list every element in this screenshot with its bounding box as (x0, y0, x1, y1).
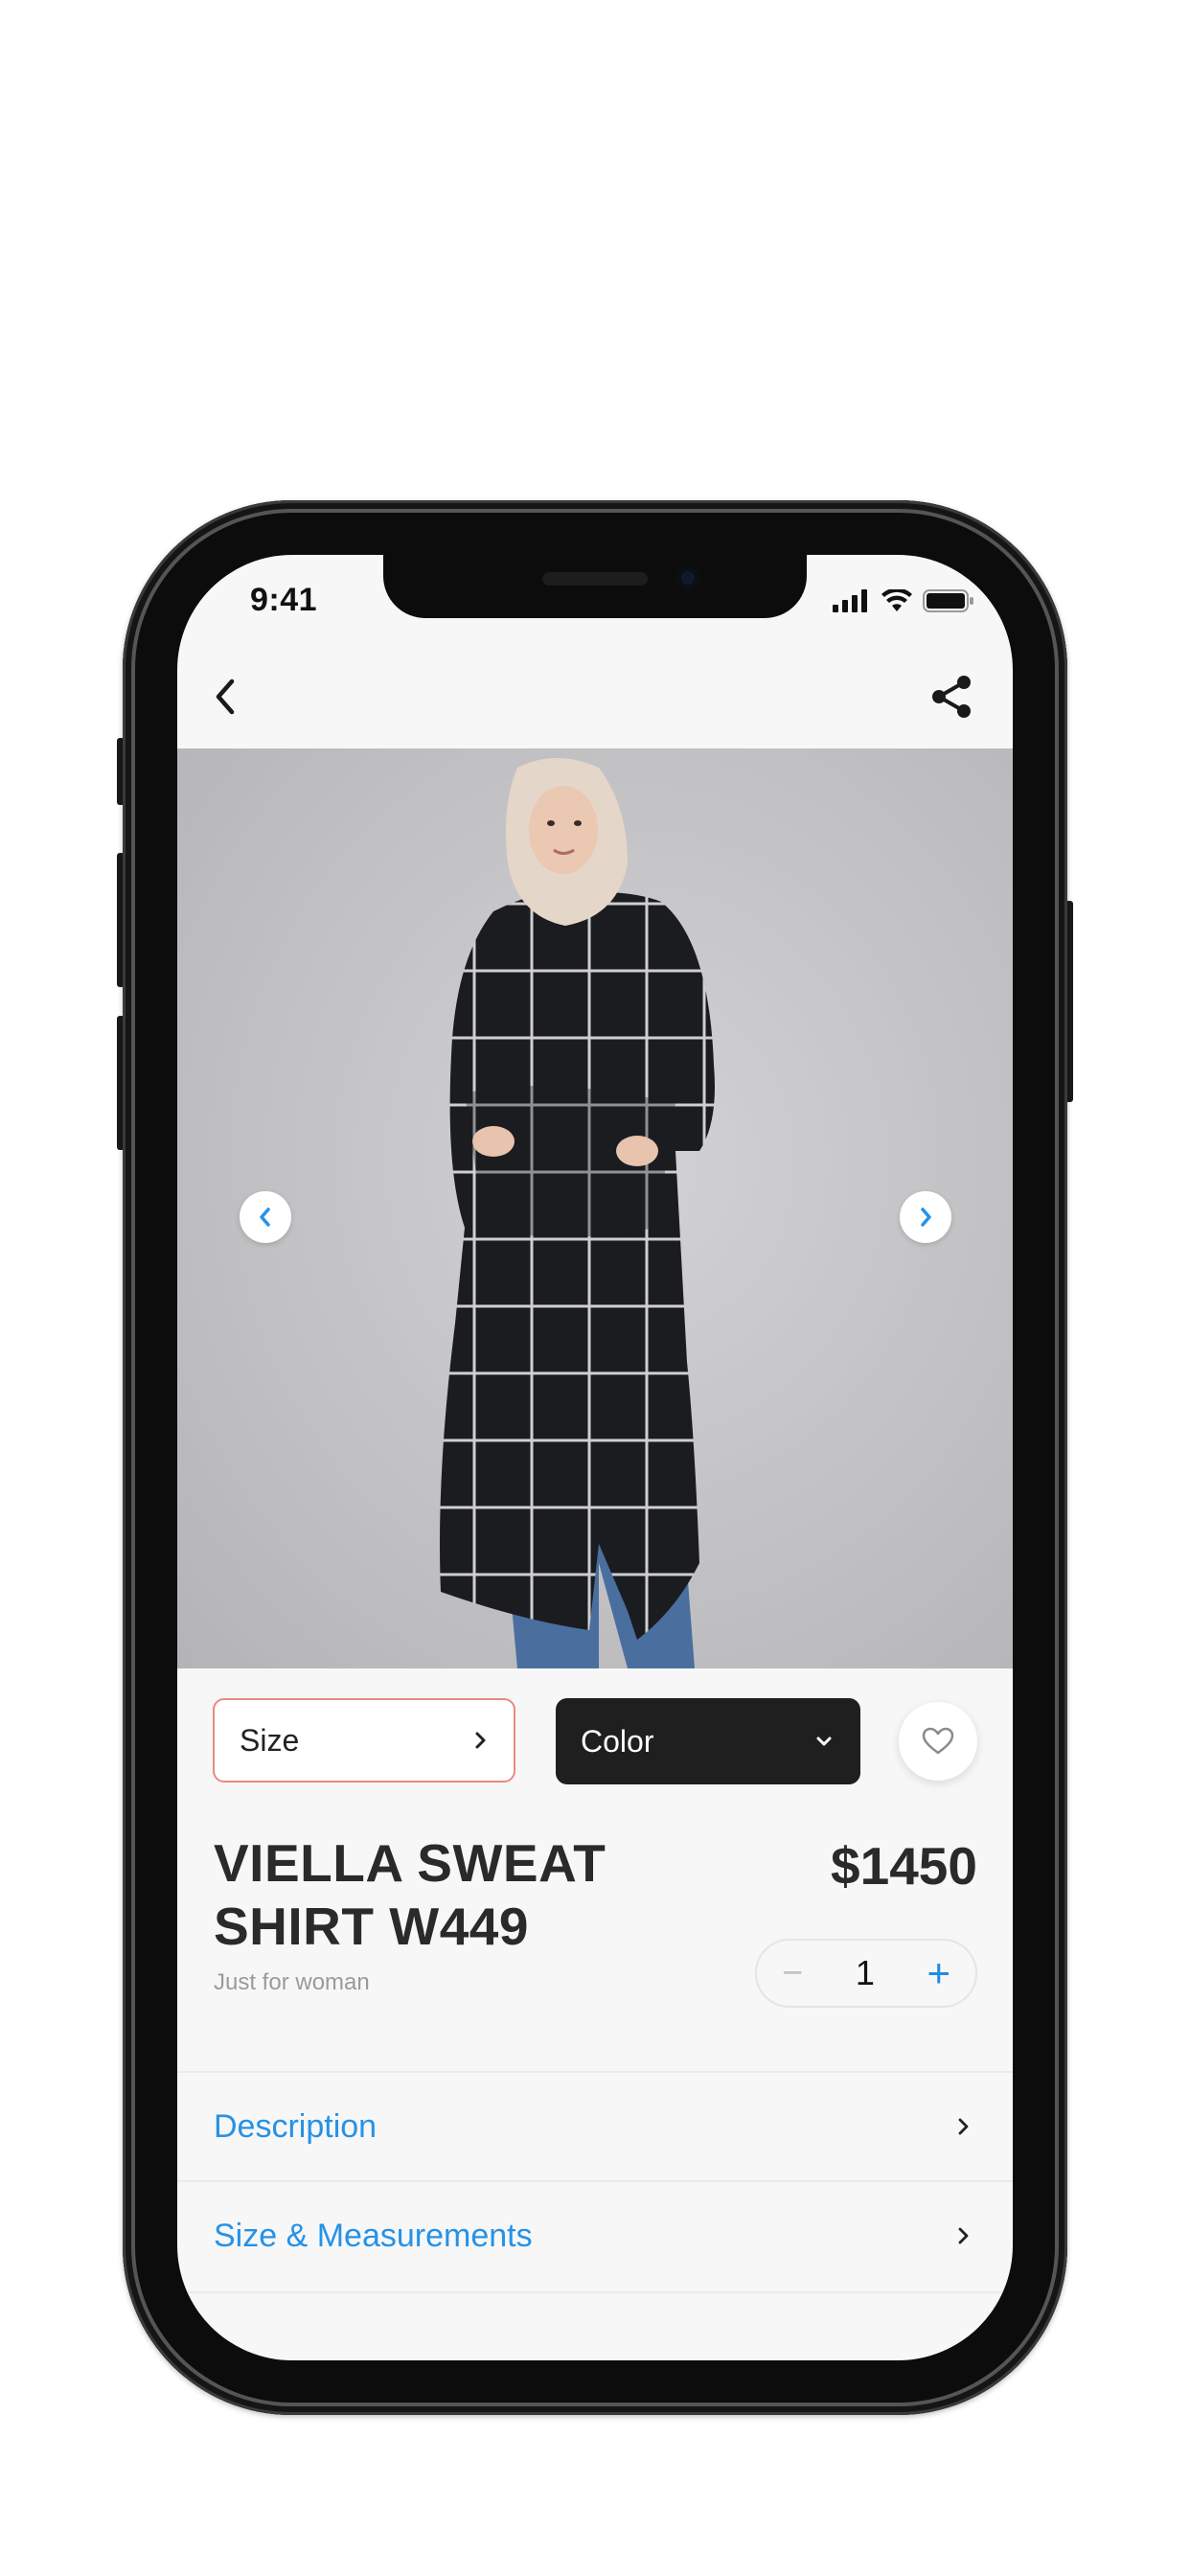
speaker (542, 572, 648, 586)
divider (177, 2291, 1013, 2293)
color-selector[interactable]: Color (556, 1698, 860, 1784)
size-selector[interactable]: Size (213, 1698, 515, 1782)
increase-quantity-button[interactable]: + (927, 1953, 950, 1993)
phone-frame: 9:41 Size Color VIELLA SWEAT SHIRT W449 … (123, 500, 1067, 2415)
product-title: VIELLA SWEAT SHIRT W449 (214, 1831, 654, 1958)
chevron-right-icon (958, 2118, 969, 2135)
favorite-button[interactable] (899, 1702, 977, 1781)
share-button[interactable] (925, 670, 978, 724)
notch (383, 555, 807, 618)
status-icons (833, 589, 974, 612)
description-label: Description (214, 2107, 378, 2145)
chevron-down-icon (816, 1736, 832, 1746)
product-title-line2: SHIRT W449 (214, 1897, 529, 1956)
color-label: Color (581, 1723, 654, 1759)
status-time: 9:41 (250, 582, 318, 618)
back-button[interactable] (198, 670, 252, 724)
description-row[interactable]: Description (177, 2073, 1013, 2180)
chevron-right-icon (475, 1732, 486, 1749)
quantity-stepper: − 1 + (755, 1939, 977, 2008)
size-measurements-label: Size & Measurements (214, 2217, 533, 2254)
quantity-value: 1 (855, 1953, 875, 1992)
next-image-button[interactable] (900, 1191, 951, 1243)
size-measurements-row[interactable]: Size & Measurements (177, 2182, 1013, 2289)
decrease-quantity-button[interactable]: − (782, 1955, 803, 1991)
chevron-right-icon (958, 2227, 969, 2244)
chevron-left-icon (260, 1208, 270, 1227)
screen: 9:41 Size Color VIELLA SWEAT SHIRT W449 … (177, 555, 1013, 2360)
chevron-right-icon (921, 1208, 931, 1227)
size-label: Size (240, 1722, 300, 1758)
previous-image-button[interactable] (240, 1191, 291, 1243)
product-title-line1: VIELLA SWEAT (214, 1833, 606, 1893)
heart-icon (922, 1727, 954, 1755)
product-price: $1450 (831, 1836, 977, 1896)
wifi-icon (881, 589, 912, 611)
model-photo (440, 758, 715, 1668)
front-camera (676, 566, 699, 589)
chevron-left-icon (216, 678, 235, 715)
battery-icon (923, 589, 973, 612)
product-subtitle: Just for woman (214, 1969, 370, 1995)
signal-icon (833, 589, 867, 612)
share-icon (932, 676, 971, 718)
product-image[interactable] (177, 748, 1013, 1668)
